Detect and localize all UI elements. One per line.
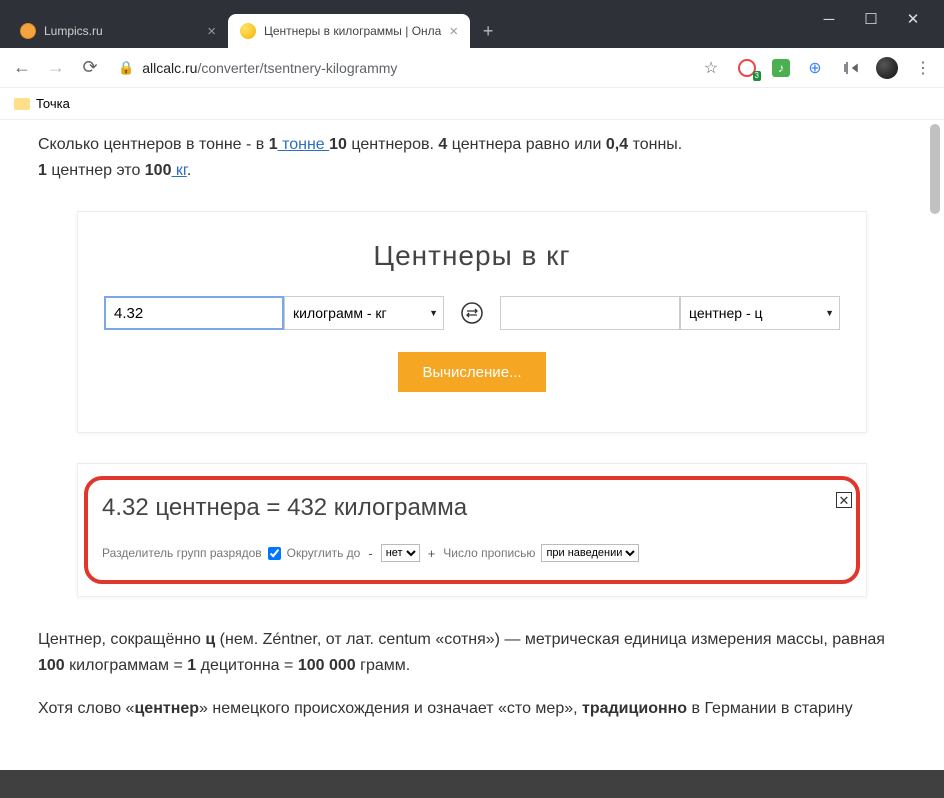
words-label: Число прописью	[443, 546, 535, 560]
back-button[interactable]: ←	[10, 56, 34, 80]
tab-title: Lumpics.ru	[44, 24, 199, 38]
folder-icon	[14, 98, 30, 110]
value-to-input[interactable]	[500, 296, 680, 330]
menu-button[interactable]: ⋮	[912, 57, 934, 79]
separator-label: Разделитель групп разрядов	[102, 546, 262, 560]
window-controls: ─ ☐ ✕	[808, 6, 934, 32]
bookmarks-bar: Точка	[0, 88, 944, 120]
round-minus[interactable]: -	[366, 546, 374, 561]
tab-strip: Lumpics.ru × Центнеры в килограммы | Онл…	[0, 10, 944, 48]
favicon-icon	[240, 23, 256, 39]
result-highlight: 4.32 центнера = 432 килограмма Разделите…	[84, 476, 860, 584]
round-select[interactable]: нет	[381, 544, 420, 562]
calculator-title: Центнеры в кг	[88, 240, 856, 272]
swap-button[interactable]	[452, 296, 492, 330]
lock-icon: 🔒	[118, 60, 134, 76]
calculator-card: Центнеры в кг килограмм - кг центнер - ц…	[77, 211, 867, 433]
tab-lumpics[interactable]: Lumpics.ru ×	[8, 14, 228, 48]
description-p2: Хотя слово «центнер» немецкого происхожд…	[38, 696, 906, 722]
result-options: Разделитель групп разрядов Округлить до …	[102, 544, 842, 562]
address-bar[interactable]: 🔒 allcalc.ru/converter/tsentnery-kilogra…	[112, 60, 690, 76]
bottom-taskbar	[0, 770, 944, 798]
close-result-button[interactable]: ✕	[836, 492, 852, 508]
close-tab-icon[interactable]: ×	[207, 23, 216, 40]
maximize-button[interactable]: ☐	[864, 12, 878, 26]
unit-from-select[interactable]: килограмм - кг	[284, 296, 444, 330]
tab-title: Центнеры в килограммы | Онла	[264, 24, 441, 38]
round-plus[interactable]: +	[426, 546, 438, 561]
favicon-icon	[20, 23, 36, 39]
new-tab-button[interactable]: +	[474, 17, 502, 45]
reload-button[interactable]: ⟳	[78, 56, 102, 80]
round-label: Округлить до	[287, 546, 361, 560]
extension-opera-icon[interactable]: 3	[736, 57, 758, 79]
calculate-button[interactable]: Вычисление...	[398, 352, 545, 392]
scrollbar[interactable]	[928, 120, 942, 798]
extension-green-icon[interactable]: ♪	[772, 59, 790, 77]
result-card: ✕ 4.32 центнера = 432 килограмма Раздели…	[77, 463, 867, 597]
separator-checkbox[interactable]	[268, 547, 281, 560]
value-from-input[interactable]	[104, 296, 284, 330]
description-p1: Центнер, сокращённо ц (нем. Zéntner, от …	[38, 627, 906, 678]
unit-to-select[interactable]: центнер - ц	[680, 296, 840, 330]
url-domain: allcalc.ru	[142, 60, 197, 76]
page-content: Сколько центнеров в тонне - в 1 тонне 10…	[0, 120, 944, 798]
link-tonne[interactable]: тонне	[278, 136, 330, 153]
minimize-button[interactable]: ─	[822, 12, 836, 26]
forward-button[interactable]: →	[44, 56, 68, 80]
star-icon[interactable]: ☆	[700, 57, 722, 79]
media-icon[interactable]	[840, 57, 862, 79]
result-text: 4.32 центнера = 432 килограмма	[102, 494, 842, 522]
extension-globe-icon[interactable]: ⊕	[804, 57, 826, 79]
words-select[interactable]: при наведении	[541, 544, 639, 562]
close-tab-icon[interactable]: ×	[449, 23, 458, 40]
link-kg[interactable]: кг	[171, 162, 186, 179]
tab-allcalc[interactable]: Центнеры в килограммы | Онла ×	[228, 14, 470, 48]
bookmark-item[interactable]: Точка	[36, 96, 70, 111]
browser-toolbar: ← → ⟳ 🔒 allcalc.ru/converter/tsentnery-k…	[0, 48, 944, 88]
intro-text: Сколько центнеров в тонне - в 1 тонне 10…	[38, 120, 906, 201]
profile-avatar[interactable]	[876, 57, 898, 79]
close-window-button[interactable]: ✕	[906, 12, 920, 26]
url-path: /converter/tsentnery-kilogrammy	[197, 60, 397, 76]
